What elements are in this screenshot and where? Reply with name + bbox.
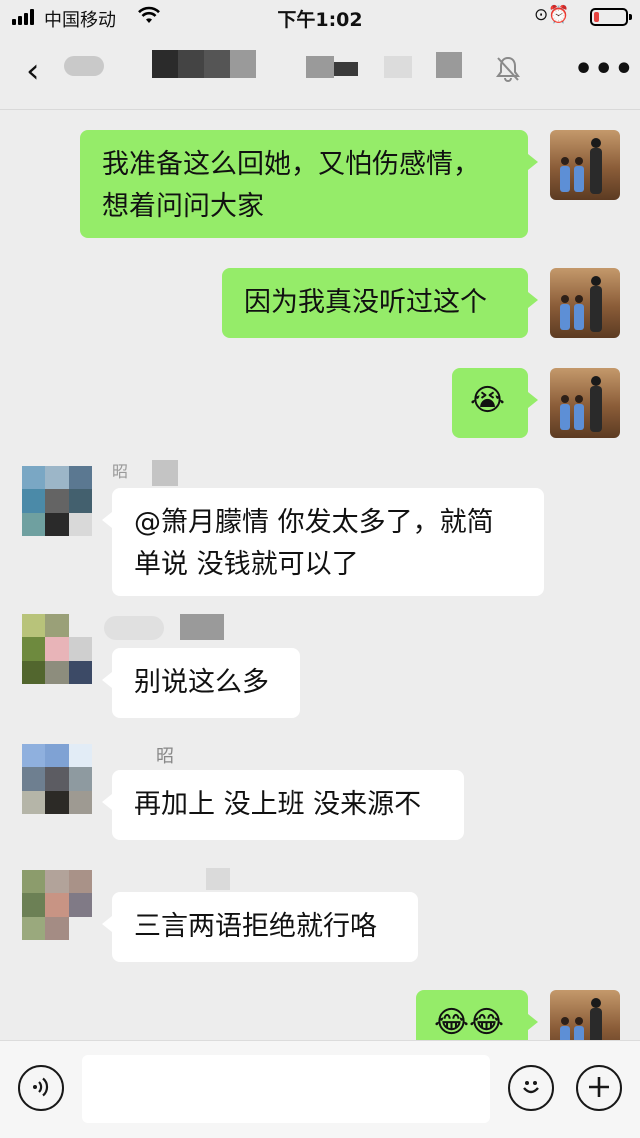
chevron-left-icon[interactable]: ‹: [26, 54, 40, 88]
crying-laughing-emoji: 😭: [470, 383, 506, 418]
member-avatar[interactable]: [22, 870, 92, 940]
status-bar: 中国移动 下午1:02 ⊙⏰: [0, 0, 640, 34]
message-text: 再加上 没上班 没来源不: [134, 789, 422, 820]
message-text: 因为我真没听过这个: [244, 287, 487, 318]
message-text-line: 我准备这么回她，又怕伤感情，: [102, 149, 480, 180]
battery-icon: [590, 8, 632, 26]
bell-muted-icon: [496, 56, 520, 88]
sender-name-fragment: 昭: [112, 462, 129, 481]
message-text-line: @箫月朦情 你发太多了，就简: [134, 507, 494, 538]
member-avatar[interactable]: [22, 744, 92, 814]
member-avatar[interactable]: [22, 466, 92, 536]
member-message-bubble[interactable]: 别说这么多: [102, 648, 300, 718]
tears-of-joy-emoji: 😂😂: [434, 1005, 505, 1040]
my-message-bubble[interactable]: 我准备这么回她，又怕伤感情， 想着问问大家: [80, 130, 538, 238]
chat-header: ‹ •••: [0, 34, 640, 110]
member-message-bubble[interactable]: 三言两语拒绝就行咯: [102, 892, 418, 962]
message-text-line: 想着问问大家: [102, 191, 264, 222]
member-avatar[interactable]: [22, 614, 92, 684]
my-avatar[interactable]: [550, 130, 620, 200]
chat-input-bar: [0, 1040, 640, 1138]
emoji-icon[interactable]: [508, 1065, 554, 1111]
message-text-line: 单说 没钱就可以了: [134, 549, 359, 580]
member-message-bubble[interactable]: @箫月朦情 你发太多了，就简 单说 没钱就可以了: [102, 488, 544, 596]
my-avatar[interactable]: [550, 368, 620, 438]
message-input[interactable]: [82, 1055, 490, 1123]
my-avatar[interactable]: [550, 268, 620, 338]
plus-icon[interactable]: [576, 1065, 622, 1111]
my-message-bubble[interactable]: 因为我真没听过这个: [222, 268, 538, 338]
message-text: 别说这么多: [134, 667, 269, 698]
member-message-bubble[interactable]: 再加上 没上班 没来源不: [102, 770, 464, 840]
my-message-bubble[interactable]: 😭: [452, 368, 538, 438]
message-text: 三言两语拒绝就行咯: [134, 911, 377, 942]
more-dots-icon[interactable]: •••: [574, 52, 635, 87]
sender-name-redacted: [206, 868, 230, 890]
battery-level: [594, 12, 599, 22]
voice-icon[interactable]: [18, 1065, 64, 1111]
sender-name-fragment: 昭: [156, 746, 174, 767]
rotation-lock-icon: ⊙⏰: [534, 5, 570, 25]
